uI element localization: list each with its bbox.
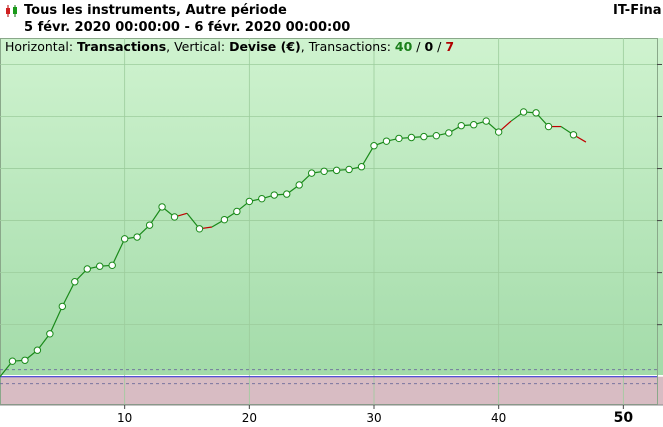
x-tick-label: 40 <box>491 411 506 425</box>
chart-info: Horizontal: Transactions, Vertical: Devi… <box>5 39 454 54</box>
data-point <box>420 132 428 141</box>
data-point <box>457 121 465 130</box>
data-point <box>170 213 179 221</box>
data-point <box>108 261 116 270</box>
negative-zone <box>0 376 663 405</box>
x-tick-label: 20 <box>242 411 257 425</box>
data-point <box>233 207 241 216</box>
vertical-value: Devise (€) <box>229 39 301 54</box>
data-point <box>96 262 104 270</box>
data-point <box>320 167 328 175</box>
data-point <box>270 191 278 199</box>
vertical-label: , Vertical: <box>166 39 230 54</box>
separator: / <box>433 39 446 54</box>
x-axis-band <box>0 405 663 427</box>
data-point <box>295 181 303 189</box>
horizontal-label: Horizontal: <box>5 39 78 54</box>
data-point <box>58 302 67 311</box>
transactions-label: , Transactions: <box>300 39 395 54</box>
data-point <box>445 129 453 137</box>
data-point <box>71 278 79 286</box>
brand-label: IT-Fina <box>613 3 662 18</box>
data-point <box>145 221 154 229</box>
data-point <box>482 117 490 125</box>
data-point <box>532 109 540 117</box>
x-tick-label: 30 <box>366 411 381 425</box>
data-point <box>519 108 528 116</box>
data-point <box>432 131 441 140</box>
data-point <box>133 233 141 241</box>
data-point <box>569 131 578 139</box>
data-point <box>83 265 91 273</box>
data-point <box>382 137 391 145</box>
losses-count: 7 <box>445 39 455 54</box>
data-point <box>245 197 254 206</box>
chart-title: Tous les instruments, Autre période <box>24 3 287 18</box>
data-point <box>195 225 204 233</box>
data-point <box>332 166 341 175</box>
separator: / <box>412 39 425 54</box>
data-point <box>46 330 54 338</box>
data-point <box>370 142 378 150</box>
data-point <box>21 356 29 364</box>
x-tick-label: 50 <box>614 410 634 426</box>
data-point <box>8 357 17 365</box>
neutral-count: 0 <box>424 39 434 54</box>
data-point <box>307 169 316 177</box>
data-point <box>494 128 503 136</box>
x-tick-label: 10 <box>117 411 132 425</box>
data-point <box>345 165 353 174</box>
x-axis: 10 20 30 40 50 <box>0 404 663 427</box>
data-point <box>544 122 553 131</box>
data-point <box>407 133 416 142</box>
data-point <box>158 203 166 211</box>
chart-header: Tous les instruments, Autre période 5 fé… <box>0 0 663 38</box>
wins-count: 40 <box>394 39 413 54</box>
horizontal-value: Transactions <box>77 39 167 54</box>
data-point <box>283 190 291 198</box>
data-point <box>120 235 129 243</box>
data-point <box>258 194 266 203</box>
chart-period: 5 févr. 2020 00:00:00 - 6 févr. 2020 00:… <box>24 20 351 35</box>
data-point <box>395 134 403 143</box>
data-point <box>33 346 42 354</box>
data-point <box>470 121 478 129</box>
data-point <box>357 163 366 171</box>
candlestick-icon <box>6 5 17 17</box>
equity-chart: 10 20 30 40 50 <box>0 38 663 427</box>
data-point <box>220 215 229 224</box>
